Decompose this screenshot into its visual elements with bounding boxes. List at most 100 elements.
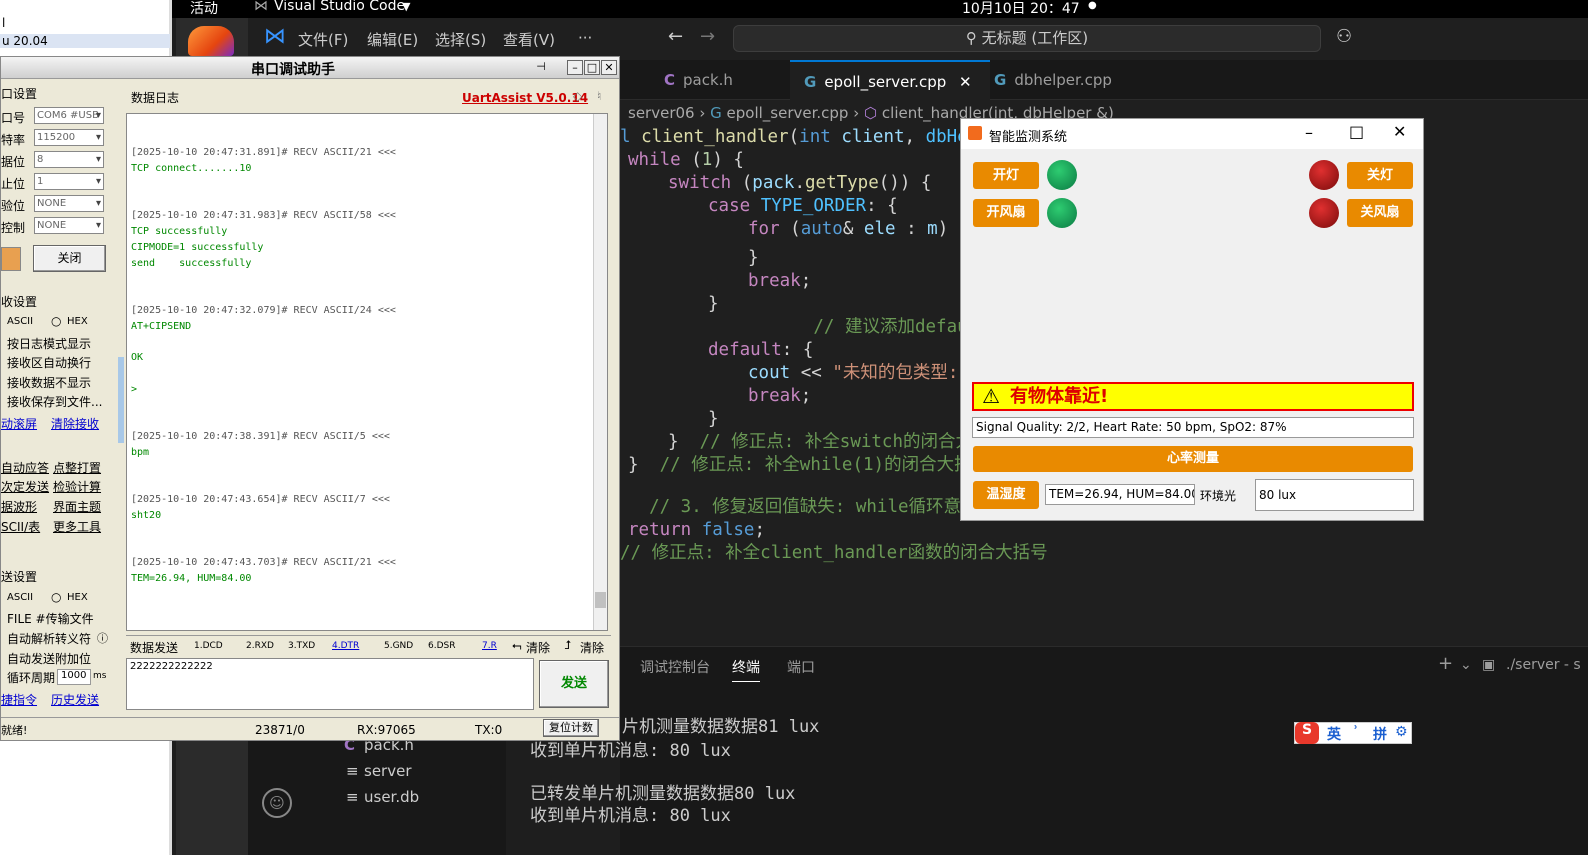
tool-link[interactable]: 次定发送 (1, 478, 49, 495)
forward-arrow-icon[interactable]: → (700, 26, 715, 47)
command-center-search[interactable]: ⚲ 无标题 (工作区) (733, 25, 1321, 52)
tool-link[interactable]: 更多工具 (53, 518, 101, 535)
app-menu[interactable]: Visual Studio Code (274, 0, 405, 14)
new-terminal-icon[interactable]: + (1438, 653, 1453, 674)
fan-off-button[interactable]: 关风扇 (1347, 199, 1413, 227)
monitor-titlebar[interactable]: 智能监测系统 – □ ✕ (961, 119, 1423, 149)
send-hex-radio[interactable]: HEX (67, 592, 88, 603)
light-off-button[interactable]: 关灯 (1347, 162, 1413, 189)
ime-punct-toggle[interactable]: ʾ (1353, 724, 1358, 740)
send-option[interactable]: 自动解析转义符 (7, 630, 91, 647)
tab-ports[interactable]: 端口 (787, 657, 815, 677)
send-button[interactable]: 发送 (539, 660, 609, 708)
splitter-handle[interactable] (118, 357, 124, 443)
log-scrollbar[interactable] (593, 114, 607, 630)
menu-view[interactable]: 查看(V) (503, 29, 555, 50)
parity-select[interactable]: NONE (34, 195, 104, 212)
sogou-logo-icon[interactable]: S (1295, 722, 1319, 744)
tool-link[interactable]: 界面主题 (53, 498, 101, 515)
pin-txd[interactable]: 3.TXD (288, 641, 315, 651)
minimize-icon[interactable]: – (567, 60, 583, 75)
info-icon[interactable]: ⓘ (97, 630, 108, 646)
pin-icon[interactable]: ⊣ (533, 60, 549, 75)
account-icon[interactable]: ☺ (262, 788, 292, 818)
scrollbar-thumb[interactable] (595, 592, 606, 608)
chevron-down-icon[interactable]: ⌄ (1460, 657, 1472, 673)
pin-dsr[interactable]: 6.DSR (428, 641, 455, 651)
terminal-name[interactable]: ./server - s (1506, 657, 1581, 673)
back-arrow-icon[interactable]: ← (668, 26, 683, 47)
recv-option[interactable]: 接收数据不显示 (7, 374, 91, 391)
copilot-icon[interactable]: ⚇ (1336, 26, 1352, 47)
firefox-icon[interactable] (188, 26, 234, 56)
send-option[interactable]: FILE #传输文件 (7, 610, 94, 627)
clear-icon[interactable]: ⮢ (512, 638, 522, 653)
clear-send-button[interactable]: 清除 (526, 639, 550, 656)
file-item[interactable]: user.db (364, 788, 419, 806)
tab-terminal[interactable]: 终端 (732, 657, 760, 682)
recv-option[interactable]: 接收区自动换行 (7, 354, 91, 371)
clock[interactable]: 10月10日 20：47 (962, 0, 1080, 18)
history-link[interactable]: 历史发送 (51, 691, 99, 708)
ime-pinyin-toggle[interactable]: 拼 (1373, 724, 1387, 744)
maximize-icon[interactable]: □ (584, 60, 600, 75)
fan-on-button[interactable]: 开风扇 (973, 199, 1039, 227)
close-icon[interactable]: ✕ (959, 73, 972, 91)
pin-rxd[interactable]: 2.RXD (246, 641, 274, 651)
radio-icon[interactable]: ○ (51, 590, 61, 604)
clear-recv-link[interactable]: 清除接收 (51, 415, 99, 432)
menu-selection[interactable]: 选择(S) (435, 29, 486, 50)
pin-dtr[interactable]: 4.DTR (332, 641, 359, 651)
recv-option[interactable]: 接收保存到文件... (7, 393, 102, 410)
breadcrumb-item[interactable]: epoll_server.cpp (727, 104, 849, 122)
receive-log[interactable]: [2025-10-10 20:47:31.891]# RECV ASCII/21… (126, 113, 608, 631)
stopbits-select[interactable]: 1 (34, 173, 104, 190)
tab-debug-console[interactable]: 调试控制台 (640, 657, 710, 677)
heart-rate-button[interactable]: 心率测量 (973, 446, 1413, 472)
tool-link[interactable]: SCII/表 (1, 518, 40, 535)
menu-file[interactable]: 文件(F) (298, 29, 348, 50)
databits-select[interactable]: 8 (34, 151, 104, 168)
temp-humidity-button[interactable]: 温湿度 (973, 481, 1039, 509)
diamond-icon[interactable]: ◇ (573, 89, 582, 103)
send-ascii-radio[interactable]: ASCII (7, 592, 33, 603)
recv-option[interactable]: 按日志模式显示 (7, 335, 91, 352)
radio-icon[interactable]: ○ (51, 314, 61, 328)
menu-more[interactable]: ··· (578, 29, 592, 47)
version-link[interactable]: UartAssist V5.0.14 (462, 91, 588, 105)
tool-link[interactable]: 据波形 (1, 498, 37, 515)
pin-r[interactable]: 7.R (482, 641, 497, 651)
reset-counter-button[interactable]: 复位计数 (543, 719, 599, 737)
send-input[interactable]: 2222222222222 (126, 658, 534, 710)
tool-link[interactable]: 自动应答 (1, 459, 49, 476)
tab-epoll-server[interactable]: Gepoll_server.cpp ✕ (790, 60, 990, 100)
send-option[interactable]: 自动发送附加位 (7, 650, 91, 667)
uart-titlebar[interactable]: 串口调试助手 ⊣ – □ ✕ (1, 57, 619, 79)
close-port-button[interactable]: 关闭 (33, 245, 106, 272)
bell-icon[interactable]: ♮ (597, 89, 601, 103)
baud-select[interactable]: 115200 (34, 129, 104, 146)
ime-lang-toggle[interactable]: 英 (1327, 724, 1341, 744)
recv-ascii-radio[interactable]: ASCII (7, 316, 33, 327)
pin-dcd[interactable]: 1.DCD (194, 641, 223, 651)
close-icon[interactable]: ✕ (601, 60, 617, 75)
breadcrumb-item[interactable]: server06 (628, 104, 695, 122)
auto-scroll-link[interactable]: 动滚屏 (1, 415, 37, 432)
activities-button[interactable]: 活动 (190, 0, 218, 18)
minimize-icon[interactable]: – (1305, 123, 1313, 142)
gear-icon[interactable]: ⚙ (1395, 724, 1408, 740)
send-tab[interactable]: 数据发送 (130, 639, 178, 656)
clear-icon[interactable]: ⮥ (564, 638, 571, 653)
quick-cmd-link[interactable]: 捷指令 (1, 691, 37, 708)
cycle-input[interactable]: 1000 (57, 669, 91, 685)
pin-gnd[interactable]: 5.GND (384, 641, 413, 651)
maximize-icon[interactable]: □ (1349, 122, 1364, 141)
menu-edit[interactable]: 编辑(E) (367, 29, 418, 50)
close-icon[interactable]: ✕ (1393, 122, 1406, 141)
flow-select[interactable]: NONE (34, 217, 104, 234)
port-select[interactable]: COM6 #USB (34, 107, 104, 124)
tab-pack-h[interactable]: Cpack.h (650, 60, 800, 100)
tab-dbhelper[interactable]: Gdbhelper.cpp (980, 60, 1150, 100)
recv-hex-radio[interactable]: HEX (67, 316, 88, 327)
clear-log-button[interactable]: 清除 (580, 639, 604, 656)
